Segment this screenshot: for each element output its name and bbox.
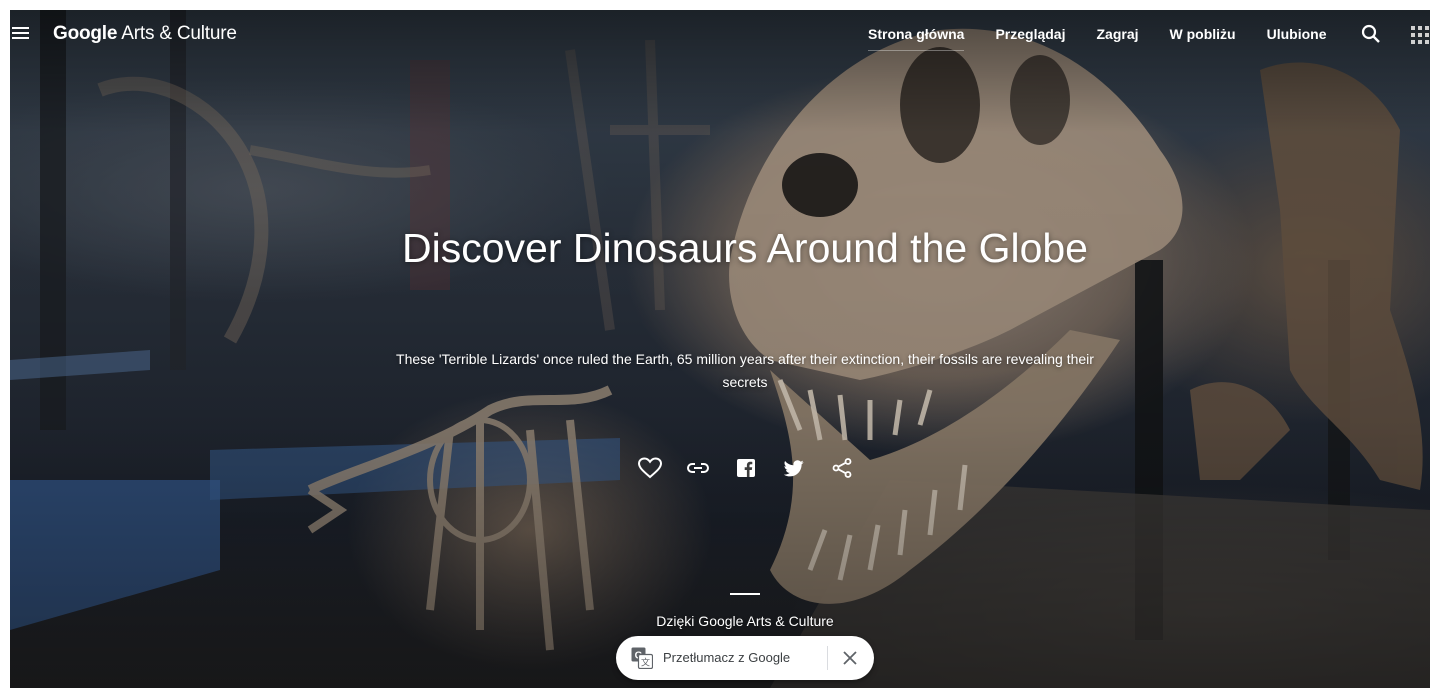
nav-item-favorites[interactable]: Ulubione bbox=[1267, 26, 1327, 42]
svg-text:文: 文 bbox=[641, 657, 650, 669]
translate-bar: G 文 Przetłumacz z Google bbox=[616, 636, 874, 680]
share-icon[interactable] bbox=[830, 456, 854, 480]
story-actions bbox=[638, 455, 878, 481]
apps-grid-icon[interactable] bbox=[1410, 25, 1430, 45]
search-icon[interactable] bbox=[1361, 24, 1381, 44]
main-nav: Strona główna Przeglądaj Zagraj W pobliż… bbox=[868, 10, 1357, 58]
link-icon[interactable] bbox=[686, 456, 710, 480]
brand-arts-culture: Arts & Culture bbox=[117, 23, 237, 44]
hero-title: Discover Dinosaurs Around the Globe bbox=[402, 225, 1088, 271]
nav-item-nearby[interactable]: W pobliżu bbox=[1170, 26, 1236, 42]
google-translate-icon[interactable]: G 文 bbox=[631, 647, 654, 670]
close-icon[interactable] bbox=[840, 648, 860, 668]
translate-separator bbox=[827, 646, 828, 670]
twitter-icon[interactable] bbox=[782, 456, 806, 480]
translate-label[interactable]: Przetłumacz z Google bbox=[663, 650, 790, 665]
hamburger-menu-icon[interactable] bbox=[10, 22, 32, 44]
brand-google: Google bbox=[53, 23, 118, 44]
facebook-icon[interactable] bbox=[734, 456, 758, 480]
nav-item-home[interactable]: Strona główna bbox=[868, 26, 965, 51]
hero-subtitle: These 'Terrible Lizards' once ruled the … bbox=[396, 351, 1094, 390]
credit-link[interactable]: Dzięki Google Arts & Culture bbox=[595, 613, 895, 629]
nav-item-explore[interactable]: Przeglądaj bbox=[995, 26, 1065, 42]
credit-divider bbox=[730, 593, 760, 595]
google-arts-culture-logo[interactable]: Google Arts & Culture bbox=[53, 23, 237, 45]
top-navigation-bar: Google Arts & Culture Strona główna Prze… bbox=[10, 10, 1430, 58]
nav-item-play[interactable]: Zagraj bbox=[1096, 26, 1138, 42]
hero-section: Google Arts & Culture Strona główna Prze… bbox=[10, 10, 1430, 688]
heart-icon[interactable] bbox=[638, 456, 662, 480]
